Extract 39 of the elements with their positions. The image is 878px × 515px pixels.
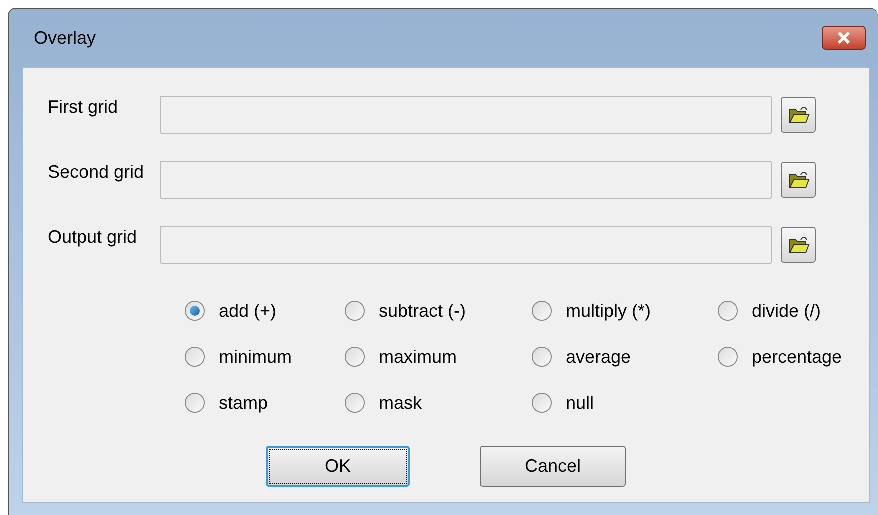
radio-button[interactable]: [345, 347, 365, 367]
radio-button[interactable]: [185, 347, 205, 367]
radio-button[interactable]: [718, 301, 738, 321]
radio-label: mask: [379, 392, 422, 414]
radio-button[interactable]: [345, 301, 365, 321]
close-icon: [836, 32, 852, 44]
path-field[interactable]: [160, 161, 772, 199]
radio-label: average: [566, 346, 632, 369]
radio-button[interactable]: [532, 393, 552, 413]
dialog-button[interactable]: Cancel: [480, 446, 626, 487]
radio-label: stamp: [219, 392, 268, 415]
radio-button[interactable]: [532, 301, 552, 321]
radio-button[interactable]: [718, 347, 738, 367]
field-label: First grid: [47, 96, 120, 118]
browse-button[interactable]: [781, 227, 816, 263]
folder-icon: [788, 235, 810, 255]
radio-button[interactable]: [185, 301, 205, 321]
radio-button[interactable]: [345, 393, 365, 413]
radio-label: subtract (-): [379, 300, 466, 323]
radio-label: null: [566, 392, 594, 414]
window-title: Overlay: [34, 26, 96, 50]
path-field[interactable]: [160, 96, 772, 134]
dialog-button[interactable]: OK: [266, 446, 410, 487]
folder-icon: [788, 105, 810, 125]
radio-label: divide (/): [752, 300, 822, 323]
folder-icon: [788, 170, 810, 190]
browse-button[interactable]: [781, 97, 816, 133]
close-button[interactable]: [822, 26, 866, 50]
radio-label: add (+): [219, 300, 277, 323]
radio-label: percentage: [752, 346, 842, 369]
radio-label: multiply (*): [566, 300, 652, 323]
radio-label: minimum: [219, 346, 292, 368]
path-field[interactable]: [160, 226, 772, 264]
radio-button[interactable]: [532, 347, 552, 367]
field-label: Output grid: [47, 226, 138, 248]
radio-button[interactable]: [185, 393, 205, 413]
field-label: Second grid: [47, 161, 146, 183]
browse-button[interactable]: [781, 162, 816, 198]
radio-label: maximum: [379, 346, 458, 368]
